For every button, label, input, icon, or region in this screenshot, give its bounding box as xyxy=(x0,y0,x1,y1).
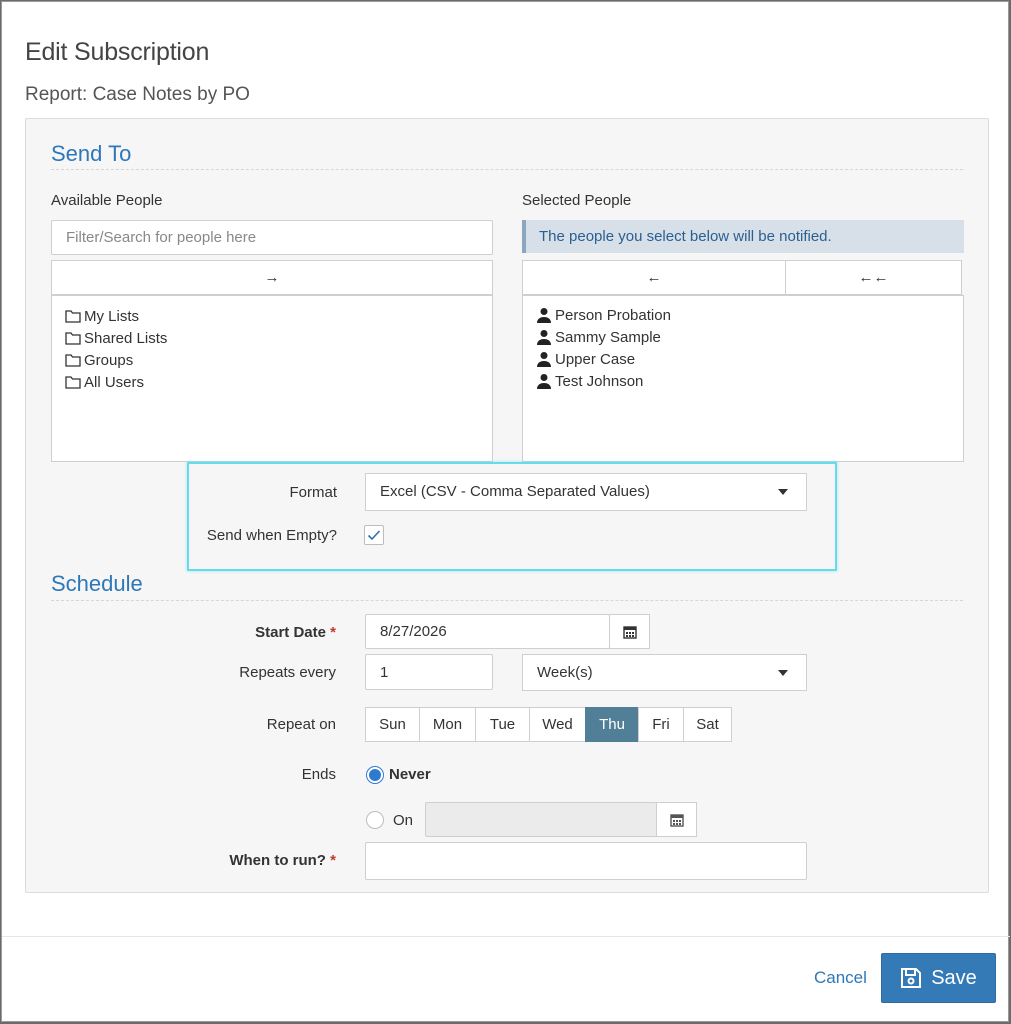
save-label: Save xyxy=(931,966,977,989)
list-item-label: Sammy Sample xyxy=(555,328,661,346)
save-icon xyxy=(901,968,922,988)
list-item-label: Test Johnson xyxy=(555,372,644,390)
arrow-left-icon: ← xyxy=(646,269,662,286)
repeats-unit-select[interactable]: Week(s) xyxy=(522,654,807,691)
caret-down-icon xyxy=(778,670,788,676)
checkmark-icon xyxy=(367,530,381,541)
arrow-right-icon: → xyxy=(264,269,280,286)
send-to-divider xyxy=(51,169,963,170)
available-people-list[interactable]: My Lists Shared Lists Groups All Users xyxy=(51,295,493,462)
when-to-run-label: When to run? * xyxy=(229,852,336,869)
folder-icon xyxy=(65,309,81,323)
format-select[interactable]: Excel (CSV - Comma Separated Values) xyxy=(365,473,807,511)
day-sat-button[interactable]: Sat xyxy=(683,707,732,742)
repeats-every-input[interactable] xyxy=(365,654,493,690)
repeats-unit-value: Week(s) xyxy=(537,664,593,681)
person-icon xyxy=(536,307,552,323)
day-mon-button[interactable]: Mon xyxy=(419,707,476,742)
list-item-test-johnson[interactable]: Test Johnson xyxy=(536,371,643,391)
format-label: Format xyxy=(289,484,337,501)
folder-icon xyxy=(65,331,81,345)
ends-never-radio[interactable] xyxy=(366,766,384,784)
list-item-my-lists[interactable]: My Lists xyxy=(65,306,139,326)
dialog-title: Edit Subscription xyxy=(25,38,210,66)
folder-icon xyxy=(65,375,81,389)
ends-label: Ends xyxy=(301,766,336,783)
required-mark: * xyxy=(330,852,336,869)
save-button[interactable]: Save xyxy=(881,953,996,1003)
edit-subscription-dialog: Edit Subscription Report: Case Notes by … xyxy=(1,1,1010,1022)
schedule-section-title: Schedule xyxy=(51,571,143,596)
people-search-input[interactable] xyxy=(51,220,493,255)
day-fri-button[interactable]: Fri xyxy=(638,707,684,742)
remove-all-button[interactable]: ←← xyxy=(785,260,962,295)
list-item-label: Groups xyxy=(84,351,134,369)
format-options-highlight: Format Excel (CSV - Comma Separated Valu… xyxy=(187,462,837,571)
format-select-value: Excel (CSV - Comma Separated Values) xyxy=(380,483,650,500)
ends-never-label: Never xyxy=(389,766,431,783)
footer-divider xyxy=(2,936,1010,937)
list-item-all-users[interactable]: All Users xyxy=(65,372,144,392)
list-item-label: Upper Case xyxy=(555,350,636,368)
selected-notice: The people you select below will be noti… xyxy=(522,220,964,253)
send-empty-checkbox[interactable] xyxy=(364,525,384,545)
remove-selected-button[interactable]: ← xyxy=(522,260,786,295)
schedule-divider xyxy=(51,600,963,601)
available-people-label: Available People xyxy=(51,192,163,209)
ends-on-calendar-button[interactable] xyxy=(656,802,697,837)
list-item-label: Shared Lists xyxy=(84,329,168,347)
start-date-calendar-button[interactable] xyxy=(609,614,650,649)
repeat-on-days: Sun Mon Tue Wed Thu Fri Sat xyxy=(365,707,732,742)
calendar-icon xyxy=(669,813,684,827)
list-item-upper-case[interactable]: Upper Case xyxy=(536,349,635,369)
ends-on-date-input xyxy=(425,802,657,837)
selected-people-list[interactable]: Person Probation Sammy Sample Upper Case… xyxy=(522,295,964,462)
list-item-person-probation[interactable]: Person Probation xyxy=(536,305,671,325)
person-icon xyxy=(536,373,552,389)
day-wed-button[interactable]: Wed xyxy=(529,707,586,742)
ends-on-label: On xyxy=(393,812,414,829)
day-sun-button[interactable]: Sun xyxy=(365,707,420,742)
day-thu-button[interactable]: Thu xyxy=(585,707,639,742)
caret-down-icon xyxy=(778,489,788,495)
send-to-section-title: Send To xyxy=(51,141,132,166)
add-selected-button[interactable]: → xyxy=(51,260,493,295)
list-item-label: All Users xyxy=(84,373,145,391)
required-mark: * xyxy=(330,624,336,641)
person-icon xyxy=(536,329,552,345)
ends-on-radio[interactable] xyxy=(366,811,384,829)
start-date-label: Start Date * xyxy=(255,624,336,641)
list-item-sammy-sample[interactable]: Sammy Sample xyxy=(536,327,661,347)
repeat-on-label: Repeat on xyxy=(266,716,336,733)
form-panel: Send To Available People → My Lists Shar… xyxy=(25,118,989,893)
dialog-subtitle: Report: Case Notes by PO xyxy=(25,84,250,105)
calendar-icon xyxy=(622,625,637,639)
cancel-button[interactable]: Cancel xyxy=(814,968,867,988)
list-item-shared-lists[interactable]: Shared Lists xyxy=(65,328,167,348)
selected-people-label: Selected People xyxy=(522,192,632,209)
start-date-input[interactable] xyxy=(365,614,610,649)
list-item-label: Person Probation xyxy=(555,306,671,324)
list-item-label: My Lists xyxy=(84,307,140,325)
list-item-groups[interactable]: Groups xyxy=(65,350,133,370)
send-empty-label: Send when Empty? xyxy=(206,527,337,544)
repeats-every-label: Repeats every xyxy=(239,664,336,681)
double-arrow-left-icon: ←← xyxy=(858,269,889,286)
day-tue-button[interactable]: Tue xyxy=(475,707,530,742)
when-to-run-input[interactable] xyxy=(365,842,807,880)
folder-icon xyxy=(65,353,81,367)
person-icon xyxy=(536,351,552,367)
